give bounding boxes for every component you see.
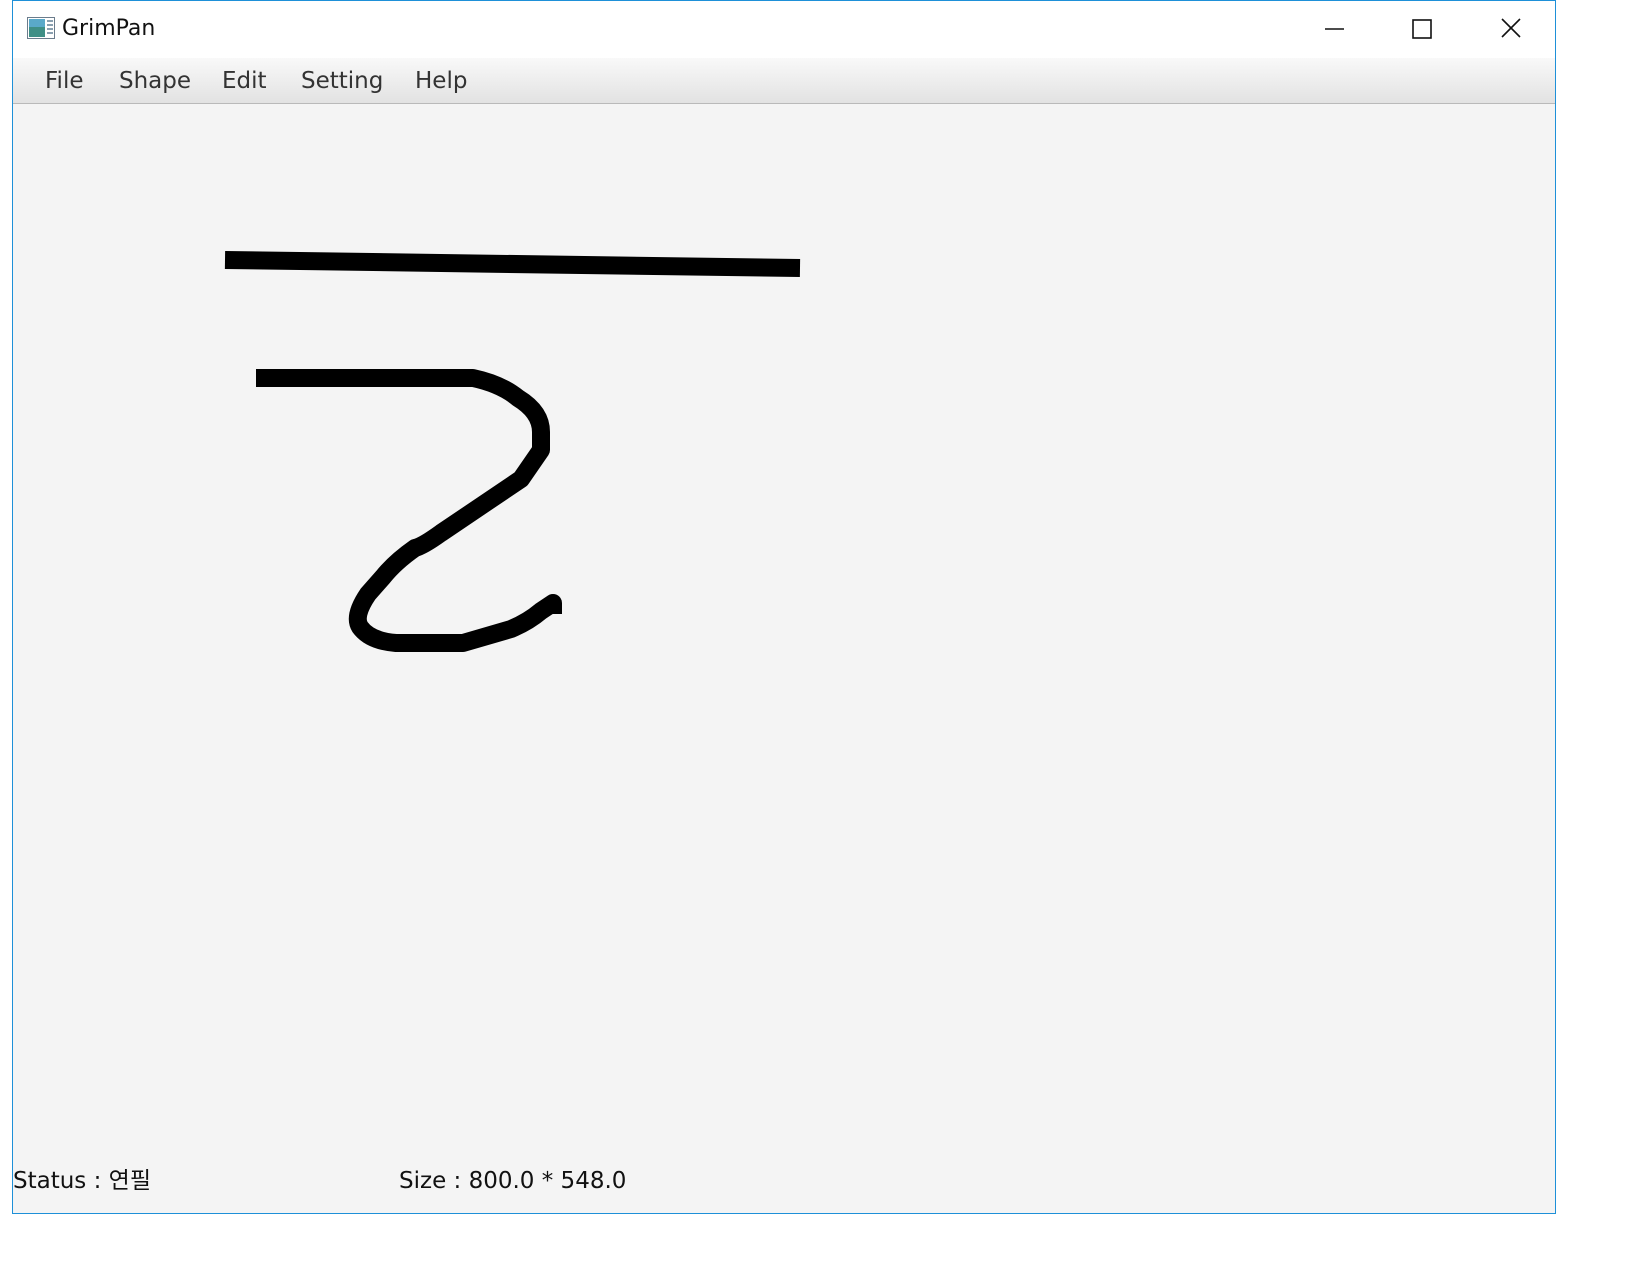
status-label: Status : 연필 [13,1166,151,1196]
menu-shape[interactable]: Shape [119,66,191,96]
size-value: 800.0 * 548.0 [468,1168,627,1194]
status-bar: Status : 연필 Size : 800.0 * 548.0 [13,1156,1555,1213]
minimize-icon [1325,28,1344,30]
size-prefix: Size [399,1168,447,1194]
status-value: 연필 [108,1168,151,1194]
drawn-pencil-stroke [256,369,562,652]
drawing-canvas[interactable] [13,104,1555,1156]
menu-bar: File Shape Edit Setting Help [13,58,1555,104]
menu-help[interactable]: Help [415,66,467,96]
title-bar[interactable]: GrimPan [13,1,1555,58]
grimpan-window: GrimPan File Shape Edit Setting Help Sta… [12,0,1556,1214]
minimize-button[interactable] [1290,1,1378,57]
status-prefix: Status [13,1168,87,1194]
close-icon [1501,18,1521,38]
canvas-surface[interactable] [13,104,1555,1156]
window-title: GrimPan [62,16,156,41]
drawn-line-shape [224,251,801,277]
maximize-icon [1412,19,1432,39]
close-button[interactable] [1466,1,1554,57]
size-label: Size : 800.0 * 548.0 [399,1166,626,1196]
status-separator: : [86,1168,109,1194]
menu-setting[interactable]: Setting [301,66,383,96]
size-separator: : [446,1168,469,1194]
menu-edit[interactable]: Edit [222,66,267,96]
menu-file[interactable]: File [45,66,84,96]
maximize-button[interactable] [1378,1,1466,57]
app-icon [27,17,55,39]
